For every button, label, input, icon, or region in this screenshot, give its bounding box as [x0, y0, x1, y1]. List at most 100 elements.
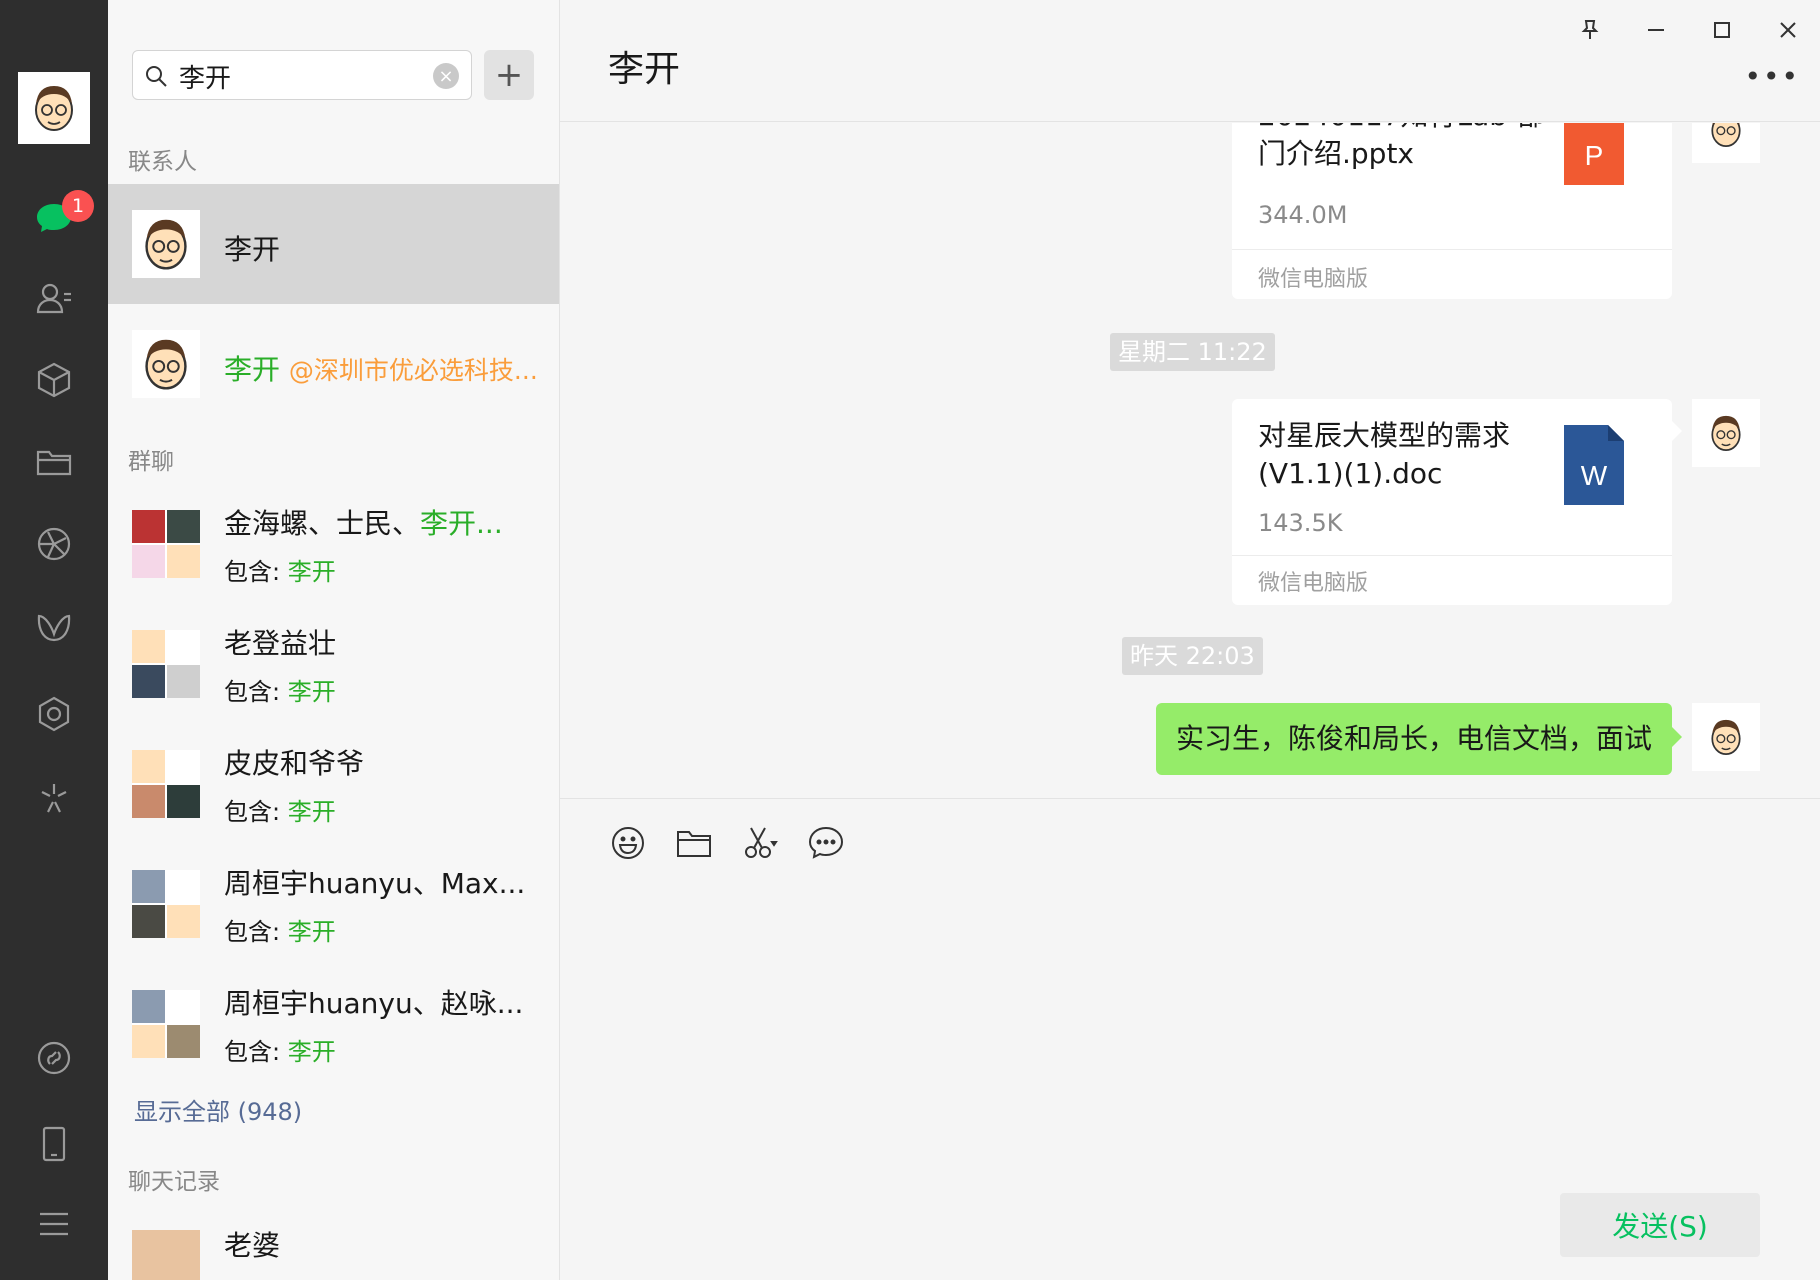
contains-label: 包含: — [224, 1038, 281, 1066]
word-file-icon: W — [1564, 425, 1624, 505]
history-result[interactable]: 老婆 — [108, 1204, 559, 1280]
avatar — [132, 330, 200, 398]
contact-result[interactable]: 李开 @深圳市优必选科技... — [108, 304, 559, 424]
phone-icon[interactable] — [30, 1120, 78, 1168]
file-source: 微信电脑版 — [1258, 571, 1369, 596]
search-icon — [146, 66, 167, 87]
contains-label: 包含: — [224, 918, 281, 946]
cartoon-face-icon — [1711, 123, 1741, 147]
channels-icon[interactable] — [30, 604, 78, 652]
contains-match: 李开 — [287, 558, 336, 586]
group-name-match: 李开... — [420, 507, 503, 540]
powerpoint-file-icon: P — [1564, 123, 1624, 185]
group-result[interactable]: 周桓宇huanyu、Max... 包含: 李开 — [108, 844, 559, 964]
contains-match: 李开 — [287, 1038, 336, 1066]
nav-sidebar: 1 — [0, 0, 108, 1280]
search-box[interactable]: × — [132, 50, 472, 100]
wechat-window: 1 李开 × + 联系人 李开 李开 @深圳市优必选科技... 群聊 金海螺、士… — [0, 0, 1820, 1280]
menu-icon[interactable] — [30, 1200, 78, 1248]
contains-label: 包含: — [224, 558, 281, 586]
file-name: 20240117知行Lab-部门介绍.pptx — [1258, 123, 1545, 170]
contact-result[interactable]: 李开 — [108, 184, 559, 304]
group-avatar — [132, 750, 200, 818]
chat-area: 李开 ••• 20240117知行Lab-部门介绍.pptx 344.0M 微信… — [560, 0, 1820, 1280]
contact-name-line: 李开 @深圳市优必选科技... — [224, 348, 544, 388]
group-contains-line: 包含: 李开 — [224, 792, 336, 827]
chat-history-icon[interactable] — [804, 821, 848, 865]
search-discover-icon[interactable] — [30, 774, 78, 822]
cartoon-face-icon — [145, 219, 187, 270]
svg-text:W: W — [1581, 460, 1608, 491]
moments-icon[interactable] — [30, 520, 78, 568]
avatar — [132, 210, 200, 278]
file-message[interactable]: 20240117知行Lab-部门介绍.pptx 344.0M 微信电脑版 P — [1232, 123, 1672, 299]
cartoon-face-icon — [1711, 719, 1741, 755]
file-source: 微信电脑版 — [1258, 267, 1369, 292]
divider — [1232, 249, 1672, 250]
svg-text:P: P — [1585, 140, 1604, 171]
group-avatar — [132, 990, 200, 1058]
video-account-icon[interactable] — [30, 1034, 78, 1082]
folder-icon[interactable] — [30, 438, 78, 486]
sender-avatar[interactable] — [1692, 703, 1760, 771]
bubble-tail — [1672, 421, 1682, 441]
show-all-link[interactable]: 显示全部 (948) — [134, 1092, 302, 1127]
text-message-bubble[interactable]: 实习生，陈俊和局长，电信文档，面试 — [1155, 703, 1672, 775]
groups-section-title: 群聊 — [128, 449, 174, 475]
file-size: 344.0M — [1258, 201, 1348, 229]
emoji-icon[interactable] — [606, 821, 650, 865]
my-avatar[interactable] — [18, 72, 90, 144]
group-contains-line: 包含: 李开 — [224, 552, 336, 587]
history-chat-name: 老婆 — [224, 1229, 281, 1262]
message-input-area[interactable]: 发送(S) — [560, 798, 1820, 1280]
group-contains-line: 包含: 李开 — [224, 1032, 336, 1067]
sender-avatar[interactable] — [1692, 123, 1760, 163]
group-name: 金海螺、士民、 — [224, 507, 421, 540]
file-name: 对星辰大模型的需求(V1.1)(1).doc — [1258, 419, 1511, 490]
maximize-icon[interactable] — [1704, 12, 1740, 48]
pin-icon[interactable] — [1572, 12, 1608, 48]
clear-search-icon[interactable]: × — [433, 63, 459, 89]
add-button[interactable]: + — [484, 50, 534, 100]
search-input[interactable] — [179, 59, 419, 93]
avatar — [132, 1230, 200, 1280]
cartoon-face-icon — [145, 339, 187, 390]
more-options-icon[interactable]: ••• — [1744, 60, 1800, 93]
favorites-cube-icon[interactable] — [30, 356, 78, 404]
group-name: 周桓宇huanyu、赵咏... — [224, 987, 524, 1020]
group-contains-line: 包含: 李开 — [224, 672, 336, 707]
group-result[interactable]: 老登益壮 包含: 李开 — [108, 604, 559, 724]
group-name: 周桓宇huanyu、Max... — [224, 867, 526, 900]
group-result[interactable]: 皮皮和爷爷 包含: 李开 — [108, 724, 559, 844]
timestamp: 星期二 11:22 — [1110, 333, 1275, 371]
close-icon[interactable] — [1770, 12, 1806, 48]
group-result[interactable]: 周桓宇huanyu、赵咏... 包含: 李开 — [108, 964, 559, 1084]
group-name-line: 金海螺、士民、李开... — [224, 502, 544, 542]
contact-name: 李开 — [224, 233, 281, 266]
cartoon-face-icon — [1711, 415, 1741, 451]
contains-match: 李开 — [287, 798, 336, 826]
contains-match: 李开 — [287, 918, 336, 946]
file-message[interactable]: 对星辰大模型的需求(V1.1)(1).doc 143.5K 微信电脑版 W — [1232, 399, 1672, 605]
minimize-icon[interactable] — [1638, 12, 1674, 48]
group-result[interactable]: 金海螺、士民、李开... 包含: 李开 — [108, 484, 559, 604]
send-file-icon[interactable] — [672, 821, 716, 865]
sender-avatar[interactable] — [1692, 399, 1760, 467]
search-results-panel: × + 联系人 李开 李开 @深圳市优必选科技... 群聊 金海螺、士民、李开.… — [108, 0, 560, 1280]
divider — [1232, 555, 1672, 556]
screenshot-scissors-icon[interactable] — [738, 821, 782, 865]
contacts-icon[interactable] — [30, 274, 78, 322]
history-section-title: 聊天记录 — [128, 1169, 220, 1195]
message-list[interactable]: 20240117知行Lab-部门介绍.pptx 344.0M 微信电脑版 P 星… — [560, 123, 1820, 797]
group-avatar — [132, 870, 200, 938]
group-avatar — [132, 630, 200, 698]
group-contains-line: 包含: 李开 — [224, 912, 336, 947]
timestamp: 昨天 22:03 — [1122, 637, 1263, 675]
send-button[interactable]: 发送(S) — [1560, 1193, 1760, 1257]
unread-badge: 1 — [62, 190, 94, 222]
chat-header: 李开 ••• — [560, 0, 1820, 122]
group-name: 老登益壮 — [224, 627, 337, 660]
mini-programs-icon[interactable] — [30, 690, 78, 738]
file-size: 143.5K — [1258, 509, 1343, 537]
contains-label: 包含: — [224, 678, 281, 706]
